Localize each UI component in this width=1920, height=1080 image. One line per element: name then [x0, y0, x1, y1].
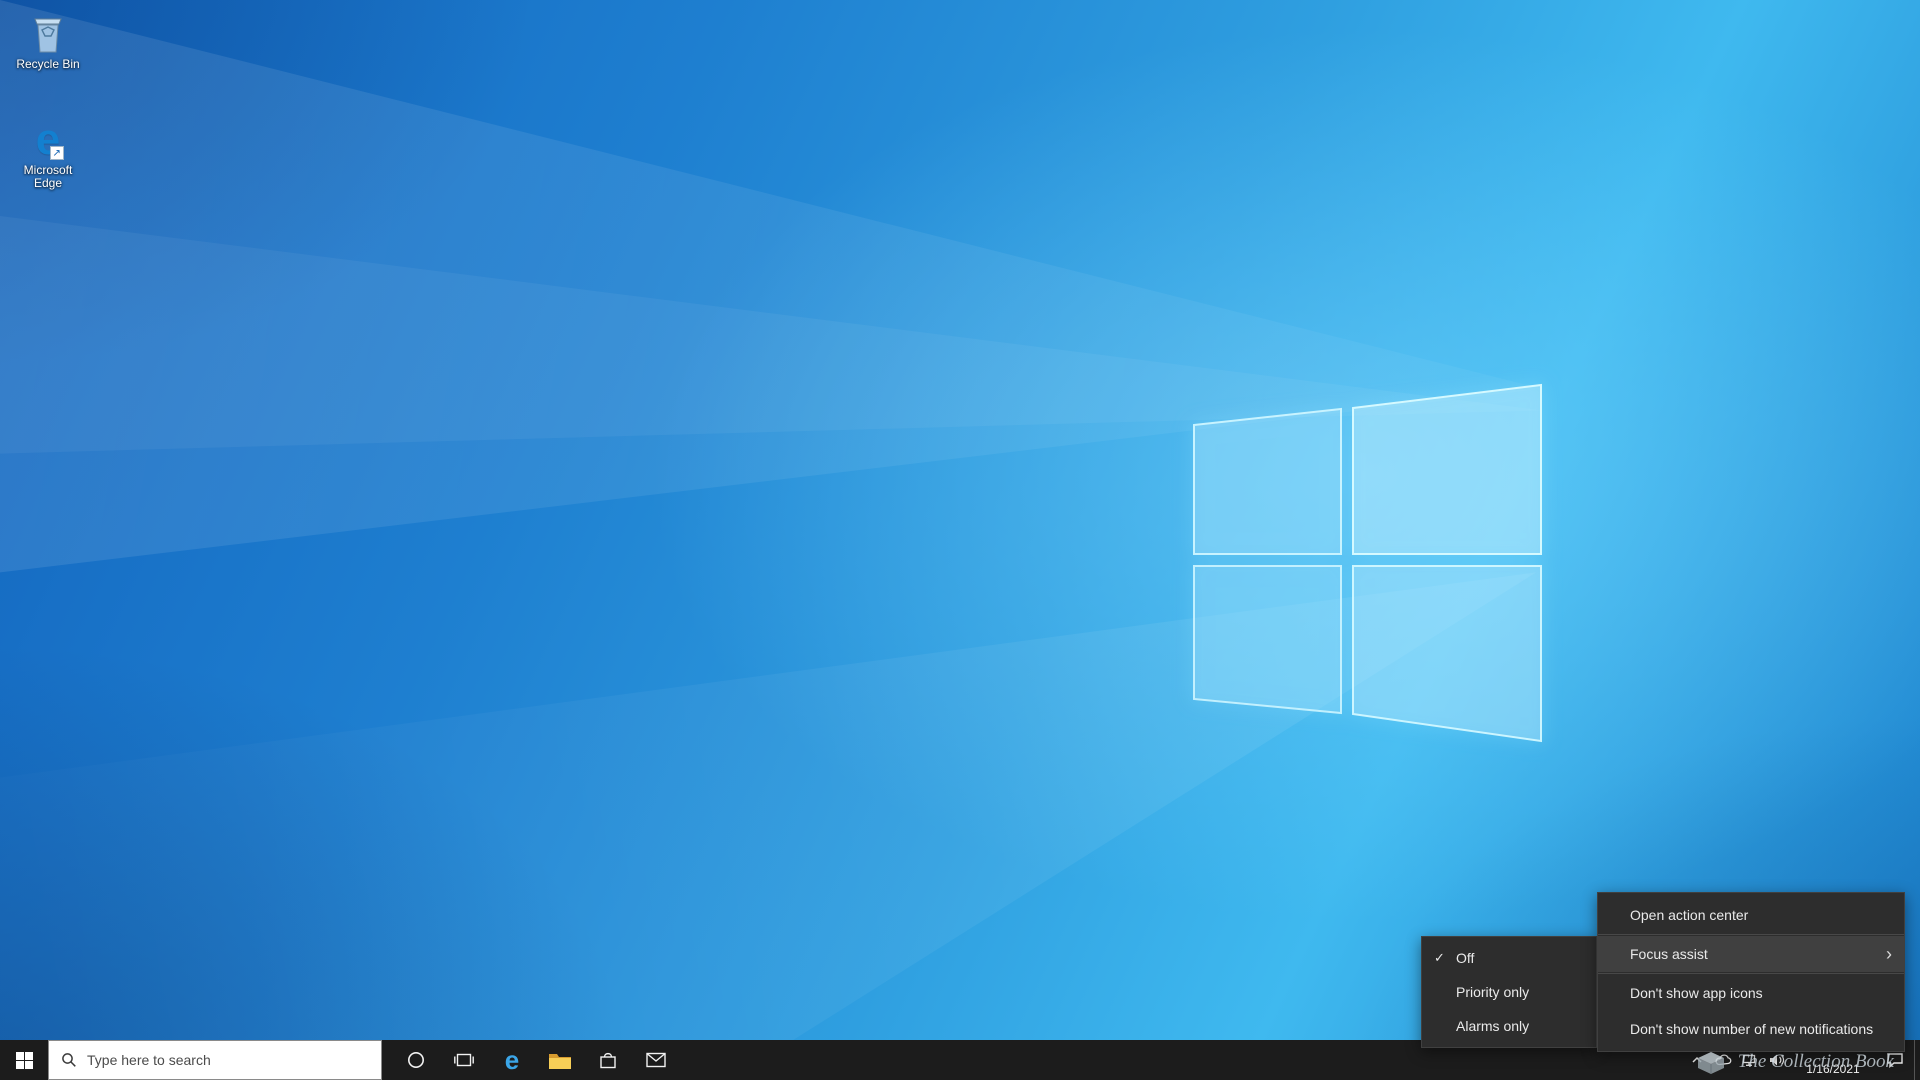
taskbar-button-store[interactable]: [584, 1040, 632, 1080]
cortana-icon: [408, 1052, 424, 1068]
search-icon: [62, 1053, 76, 1067]
taskbar-button-task-view[interactable]: [440, 1040, 488, 1080]
menu-item-off[interactable]: ✓ Off: [1422, 941, 1596, 975]
taskbar-button-mail[interactable]: [632, 1040, 680, 1080]
taskbar-search[interactable]: [48, 1040, 382, 1080]
menu-item-open-action-center[interactable]: Open action center: [1598, 897, 1904, 933]
desktop-icon-recycle-bin[interactable]: Recycle Bin: [6, 8, 90, 71]
mail-icon: [646, 1052, 666, 1068]
desktop-icon-microsoft-edge[interactable]: e ↗ Microsoft Edge: [6, 114, 90, 190]
action-center-context-menu: Open action center Focus assist › Don't …: [1597, 892, 1905, 1052]
desktop-icon-label: Microsoft Edge: [23, 163, 73, 190]
taskbar-button-edge[interactable]: e: [488, 1040, 536, 1080]
taskbar-apps: e: [392, 1040, 680, 1080]
tray-date: 1/16/2021: [1806, 1062, 1860, 1076]
action-center-icon: [1887, 1053, 1903, 1068]
menu-item-dont-show-app-icons[interactable]: Don't show app icons: [1598, 975, 1904, 1011]
shortcut-arrow-icon: ↗: [49, 146, 64, 160]
taskbar-button-cortana[interactable]: [392, 1040, 440, 1080]
menu-item-focus-assist[interactable]: Focus assist ›: [1598, 936, 1904, 972]
network-icon: [1742, 1054, 1756, 1066]
task-view-icon: [454, 1053, 474, 1067]
menu-separator: [1598, 934, 1904, 935]
file-explorer-icon: [549, 1053, 571, 1069]
speaker-icon: [1769, 1054, 1784, 1066]
recycle-bin-icon: [34, 18, 62, 53]
store-icon: [600, 1052, 616, 1069]
menu-item-priority-only[interactable]: Priority only: [1422, 975, 1596, 1009]
desktop-wallpaper: Recycle Bin e ↗ Microsoft Edge ✓ Off Pri…: [0, 0, 1920, 1080]
edge-icon: e: [504, 1045, 520, 1075]
windows-logo-wallpaper: [1193, 383, 1542, 743]
focus-assist-submenu: ✓ Off Priority only Alarms only: [1421, 936, 1597, 1048]
chevron-up-icon: [1692, 1056, 1702, 1063]
start-button[interactable]: [0, 1040, 48, 1080]
menu-item-alarms-only[interactable]: Alarms only: [1422, 1009, 1596, 1043]
menu-item-dont-show-number-of-new-notifications[interactable]: Don't show number of new notifications: [1598, 1011, 1904, 1047]
menu-separator: [1598, 973, 1904, 974]
check-icon: ✓: [1434, 950, 1445, 965]
taskbar-button-file-explorer[interactable]: [536, 1040, 584, 1080]
show-desktop-button[interactable]: [1914, 1040, 1920, 1080]
windows-start-icon: [15, 1051, 33, 1069]
desktop-icon-label: Recycle Bin: [16, 57, 80, 71]
search-input[interactable]: [87, 1052, 357, 1068]
submenu-arrow-icon: ›: [1886, 943, 1892, 964]
cloud-icon: [1714, 1054, 1731, 1066]
